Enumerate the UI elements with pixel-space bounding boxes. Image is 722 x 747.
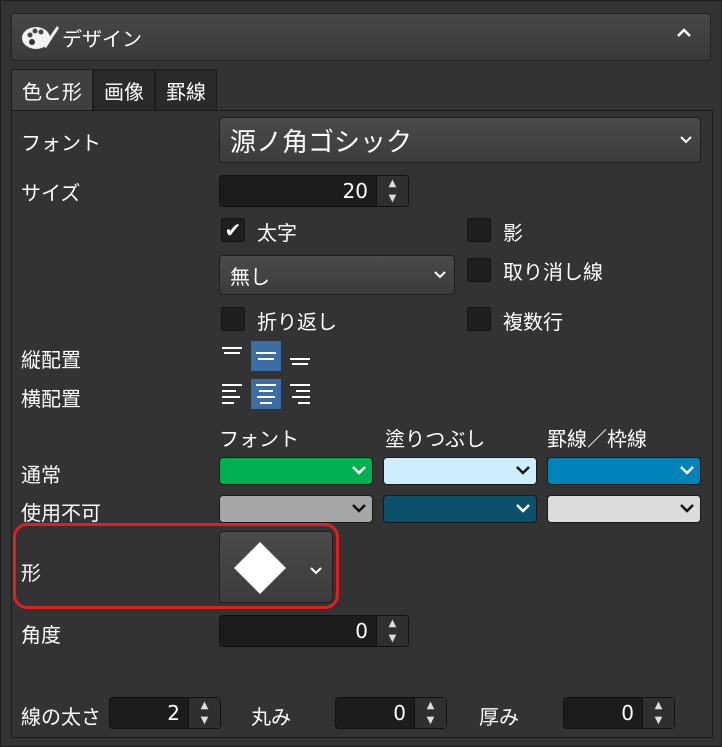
panel-title: デザイン <box>62 26 142 51</box>
size-stepper[interactable]: 20 ▲ ▼ <box>219 175 409 207</box>
bold-label: 太字 <box>257 221 297 245</box>
fill-color-header: 塗りつぶし <box>385 427 486 451</box>
design-panel: デザイン 色と形 画像 罫線 フォント 源ノ角ゴシック サイズ 20 ▲ ▼ ✔… <box>0 0 722 747</box>
strikethrough-checkbox[interactable] <box>467 258 491 282</box>
chevron-down-icon <box>346 463 372 479</box>
chevron-down-icon <box>346 501 372 517</box>
increment-icon[interactable]: ▲ <box>189 698 220 713</box>
font-label: フォント <box>21 131 101 155</box>
align-top-icon[interactable] <box>217 341 247 371</box>
chevron-down-icon <box>310 560 322 579</box>
angle-stepper[interactable]: 0 ▲ ▼ <box>219 615 409 647</box>
normal-font-color-picker[interactable] <box>219 457 373 485</box>
align-right-icon[interactable] <box>285 379 315 409</box>
shape-label: 形 <box>21 561 41 585</box>
shadow-checkbox[interactable] <box>467 218 491 242</box>
decrement-icon[interactable]: ▼ <box>643 713 674 728</box>
normal-fill-color-picker[interactable] <box>383 457 537 485</box>
strikethrough-label: 取り消し線 <box>503 260 603 284</box>
disabled-border-color-picker[interactable] <box>547 495 701 523</box>
thickness-value: 0 <box>621 701 634 725</box>
decrement-icon[interactable]: ▼ <box>377 191 408 206</box>
increment-icon[interactable]: ▲ <box>377 176 408 191</box>
size-label: サイズ <box>21 181 81 205</box>
bold-checkbox[interactable]: ✔ <box>221 218 245 242</box>
font-select-value: 源ノ角ゴシック <box>230 127 413 158</box>
line-width-label: 線の太さ <box>21 705 101 729</box>
thickness-label: 厚み <box>479 705 519 729</box>
multiline-checkbox[interactable] <box>467 307 491 331</box>
horizontal-align-label: 横配置 <box>21 387 81 411</box>
decrement-icon[interactable]: ▼ <box>377 631 408 646</box>
vertical-align-label: 縦配置 <box>21 348 81 372</box>
tab-border[interactable]: 罫線 <box>155 69 217 111</box>
chevron-down-icon <box>510 463 536 479</box>
angle-label: 角度 <box>21 623 61 647</box>
underline-select[interactable]: 無し <box>219 255 455 295</box>
disabled-fill-color-picker[interactable] <box>383 495 537 523</box>
disabled-font-color-picker[interactable] <box>219 495 373 523</box>
tab-bar: 色と形 画像 罫線 <box>11 69 217 111</box>
wrap-checkbox[interactable] <box>221 307 245 331</box>
chevron-down-icon <box>672 132 700 148</box>
chevron-up-icon[interactable] <box>672 24 696 50</box>
disabled-label: 使用不可 <box>21 501 101 525</box>
shadow-label: 影 <box>503 221 523 245</box>
align-left-icon[interactable] <box>217 379 247 409</box>
align-middle-icon[interactable] <box>251 341 281 371</box>
angle-value: 0 <box>355 619 368 643</box>
shape-select[interactable] <box>219 531 333 603</box>
normal-border-color-picker[interactable] <box>547 457 701 485</box>
decrement-icon[interactable]: ▼ <box>189 713 220 728</box>
chevron-down-icon <box>674 463 700 479</box>
decrement-icon[interactable]: ▼ <box>415 713 446 728</box>
underline-select-value: 無し <box>230 264 270 289</box>
border-color-header: 罫線／枠線 <box>547 427 647 451</box>
chevron-down-icon <box>674 501 700 517</box>
chevron-down-icon <box>426 267 454 283</box>
increment-icon[interactable]: ▲ <box>377 616 408 631</box>
increment-icon[interactable]: ▲ <box>415 698 446 713</box>
palette-icon <box>20 21 60 53</box>
roundness-stepper[interactable]: 0 ▲ ▼ <box>335 697 447 729</box>
line-width-stepper[interactable]: 2 ▲ ▼ <box>109 697 221 729</box>
font-color-header: フォント <box>219 427 299 451</box>
tab-color-shape[interactable]: 色と形 <box>11 69 93 111</box>
design-header[interactable]: デザイン <box>11 13 711 61</box>
multiline-label: 複数行 <box>503 310 563 334</box>
normal-label: 通常 <box>21 463 61 487</box>
increment-icon[interactable]: ▲ <box>643 698 674 713</box>
thickness-stepper[interactable]: 0 ▲ ▼ <box>563 697 675 729</box>
roundness-value: 0 <box>393 701 406 725</box>
chevron-down-icon <box>510 501 536 517</box>
diamond-icon <box>232 540 288 600</box>
wrap-label: 折り返し <box>257 310 337 334</box>
roundness-label: 丸み <box>251 705 291 729</box>
size-value: 20 <box>342 179 368 203</box>
font-select[interactable]: 源ノ角ゴシック <box>219 117 701 163</box>
line-width-value: 2 <box>167 701 180 725</box>
tab-image[interactable]: 画像 <box>93 69 155 111</box>
align-bottom-icon[interactable] <box>285 341 315 371</box>
align-center-icon[interactable] <box>251 379 281 409</box>
